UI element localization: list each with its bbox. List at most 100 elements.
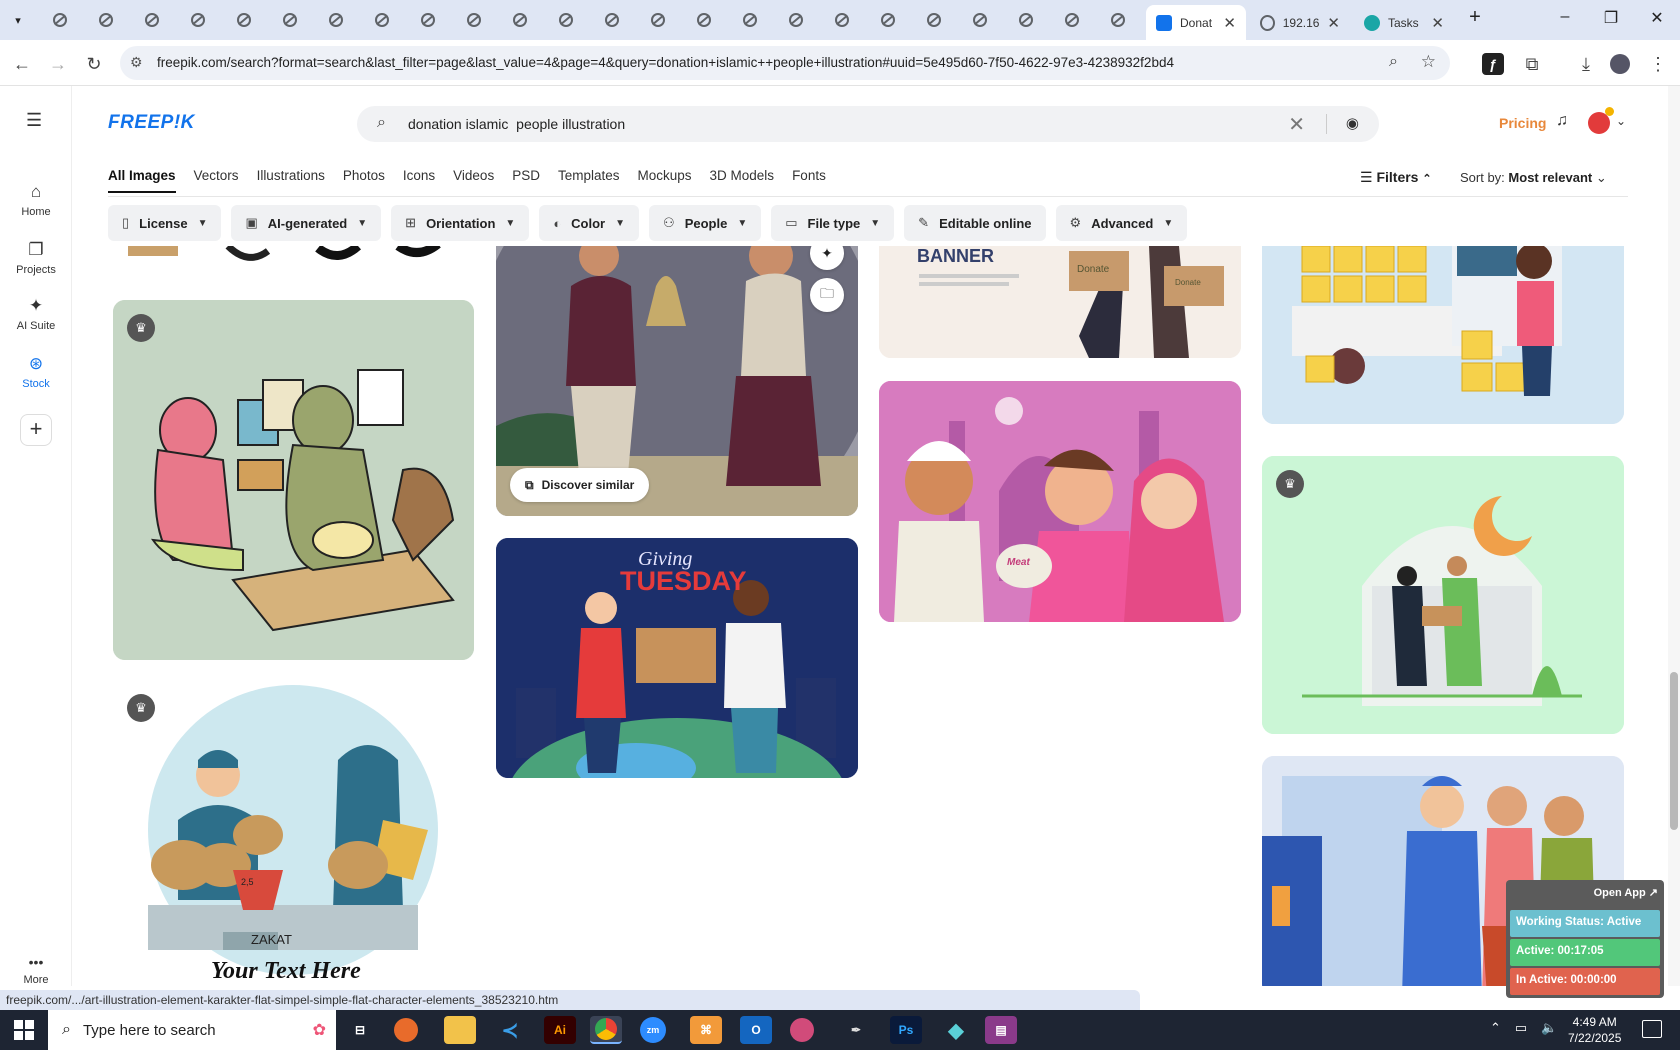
- forward-button[interactable]: →: [44, 50, 72, 78]
- volume-icon[interactable]: 🔈: [1541, 1020, 1557, 1036]
- zoom-app-icon[interactable]: zm: [640, 1017, 666, 1043]
- pricing-link[interactable]: Pricing: [1499, 115, 1546, 131]
- pinned-tab[interactable]: [1014, 8, 1038, 32]
- rail-item-ai-suite[interactable]: ✦ AI Suite: [0, 296, 72, 332]
- creative-cloud-icon[interactable]: [790, 1018, 814, 1042]
- filters-toggle[interactable]: ☰ Filters ⌃: [1360, 169, 1432, 186]
- image-card[interactable]: ♛: [1262, 456, 1624, 734]
- tab-donation[interactable]: Donat ✕: [1146, 5, 1246, 40]
- pinned-tab[interactable]: [508, 8, 532, 32]
- zoom-icon[interactable]: ⌕: [1389, 53, 1398, 71]
- pinned-tab[interactable]: [278, 8, 302, 32]
- pinned-tab[interactable]: [600, 8, 624, 32]
- chip-license[interactable]: ▯ License ▼: [108, 205, 222, 241]
- pinned-tab[interactable]: [232, 8, 256, 32]
- taskbar-search[interactable]: ⌕ Type here to search ✿: [48, 1010, 336, 1050]
- pinned-tab[interactable]: [462, 8, 486, 32]
- rail-item-home[interactable]: ⌂ Home: [0, 182, 72, 218]
- search-bar[interactable]: ⌕ donation islamic people illustration ✕…: [357, 106, 1379, 142]
- clear-search-icon[interactable]: ✕: [1288, 112, 1305, 137]
- download-icon[interactable]: ⤓: [1572, 50, 1600, 78]
- task-view-icon[interactable]: ⊟: [344, 1016, 376, 1044]
- image-card[interactable]: Giving TUESDAY: [496, 538, 858, 778]
- image-card[interactable]: [1262, 246, 1624, 424]
- search-input[interactable]: donation islamic people illustration: [408, 116, 625, 132]
- tab-photos[interactable]: Photos: [343, 168, 385, 193]
- bookmark-star-icon[interactable]: ☆: [1421, 52, 1436, 72]
- avatar[interactable]: [1588, 107, 1614, 134]
- open-app-link[interactable]: Open App ↗: [1594, 886, 1658, 899]
- firefox-icon[interactable]: [394, 1018, 418, 1042]
- pinned-tab[interactable]: [1106, 8, 1130, 32]
- image-card[interactable]: ZAKAT 2,5 Your Text Here ♛: [113, 680, 474, 986]
- tab-3d-models[interactable]: 3D Models: [710, 168, 775, 193]
- notifications-icon[interactable]: [1642, 1020, 1662, 1038]
- pinned-tab[interactable]: [554, 8, 578, 32]
- vscode-icon[interactable]: ≺: [494, 1016, 526, 1044]
- pinned-tab[interactable]: [738, 8, 762, 32]
- page-scrollbar[interactable]: [1668, 86, 1680, 986]
- image-card[interactable]: BANNER Donate Donate: [879, 246, 1241, 358]
- tab-mockups[interactable]: Mockups: [638, 168, 692, 193]
- winrar-icon[interactable]: ▤: [985, 1016, 1017, 1044]
- tab-ip[interactable]: 192.16 ✕: [1250, 5, 1350, 40]
- freepik-logo[interactable]: FREEP!K: [108, 112, 195, 134]
- pinned-tab[interactable]: [140, 8, 164, 32]
- xampp-icon[interactable]: ⌘: [690, 1016, 722, 1044]
- scrollbar-thumb[interactable]: [1670, 672, 1678, 830]
- tab-videos[interactable]: Videos: [453, 168, 494, 193]
- image-card[interactable]: ✦ 🗀 ⧉ Discover similar: [496, 246, 858, 516]
- close-tab-icon[interactable]: ✕: [1431, 14, 1444, 32]
- photoshop-icon[interactable]: Ps: [890, 1016, 922, 1044]
- profile-icon[interactable]: [1606, 50, 1634, 78]
- new-tab-button[interactable]: +: [1460, 6, 1490, 29]
- network-icon[interactable]: ▭: [1515, 1020, 1527, 1036]
- chip-color[interactable]: ◐ Color ▼: [539, 205, 640, 241]
- extension-f-icon[interactable]: ƒ: [1482, 53, 1504, 75]
- add-button[interactable]: +: [20, 414, 52, 446]
- pinned-tab[interactable]: [48, 8, 72, 32]
- url-text[interactable]: freepik.com/search?format=search&last_fi…: [157, 55, 1174, 70]
- outlook-icon[interactable]: O: [740, 1016, 772, 1044]
- site-info-icon[interactable]: ⚙: [130, 54, 143, 71]
- tab-fonts[interactable]: Fonts: [792, 168, 826, 193]
- pinned-tab[interactable]: [968, 8, 992, 32]
- rail-item-more[interactable]: ••• More: [0, 954, 72, 986]
- pinned-tab[interactable]: [784, 8, 808, 32]
- browser-menu-icon[interactable]: ⋮: [1644, 50, 1672, 78]
- extensions-icon[interactable]: ⧉: [1518, 50, 1546, 78]
- pinned-tab[interactable]: [876, 8, 900, 32]
- reload-button[interactable]: ↻: [80, 50, 108, 78]
- illustrator-icon[interactable]: Ai: [544, 1016, 576, 1044]
- tab-list-button[interactable]: ▾: [6, 8, 30, 32]
- tab-icons[interactable]: Icons: [403, 168, 435, 193]
- tray-chevron-icon[interactable]: ⌃: [1490, 1020, 1501, 1036]
- minimize-button[interactable]: –: [1550, 8, 1580, 26]
- tab-illustrations[interactable]: Illustrations: [257, 168, 325, 193]
- pinned-tab[interactable]: [646, 8, 670, 32]
- taskbar-search-input[interactable]: Type here to search: [83, 1022, 216, 1039]
- close-window-button[interactable]: ✕: [1642, 8, 1672, 28]
- close-tab-icon[interactable]: ✕: [1223, 14, 1236, 32]
- sort-dropdown[interactable]: Sort by: Most relevant ⌄: [1460, 170, 1607, 186]
- pinned-tab[interactable]: [416, 8, 440, 32]
- app-diamond-icon[interactable]: ◆: [940, 1016, 972, 1044]
- back-button[interactable]: ←: [8, 50, 36, 78]
- chip-advanced[interactable]: ⚙ Advanced ▼: [1055, 205, 1188, 241]
- pinned-tab[interactable]: [1060, 8, 1084, 32]
- chevron-down-icon[interactable]: ⌄: [1616, 114, 1626, 128]
- chip-people[interactable]: ⚇ People ▼: [649, 205, 762, 241]
- tab-tasks[interactable]: Tasks ✕: [1354, 5, 1454, 40]
- pen-tool-icon[interactable]: ✒: [840, 1016, 872, 1044]
- rail-item-projects[interactable]: ❐ Projects: [0, 240, 72, 276]
- pinned-tab[interactable]: [94, 8, 118, 32]
- pinned-tab[interactable]: [370, 8, 394, 32]
- camera-search-icon[interactable]: ◉: [1346, 114, 1359, 132]
- chip-editable-online[interactable]: ✎ Editable online: [904, 205, 1046, 241]
- file-explorer-icon[interactable]: [444, 1016, 476, 1044]
- chip-orientation[interactable]: ⊞ Orientation ▼: [391, 205, 530, 241]
- notification-bell-icon[interactable]: ♫: [1556, 112, 1568, 130]
- pinned-tab[interactable]: [692, 8, 716, 32]
- rail-item-stock[interactable]: ⊛ Stock: [0, 354, 72, 390]
- maximize-button[interactable]: ❐: [1596, 8, 1626, 28]
